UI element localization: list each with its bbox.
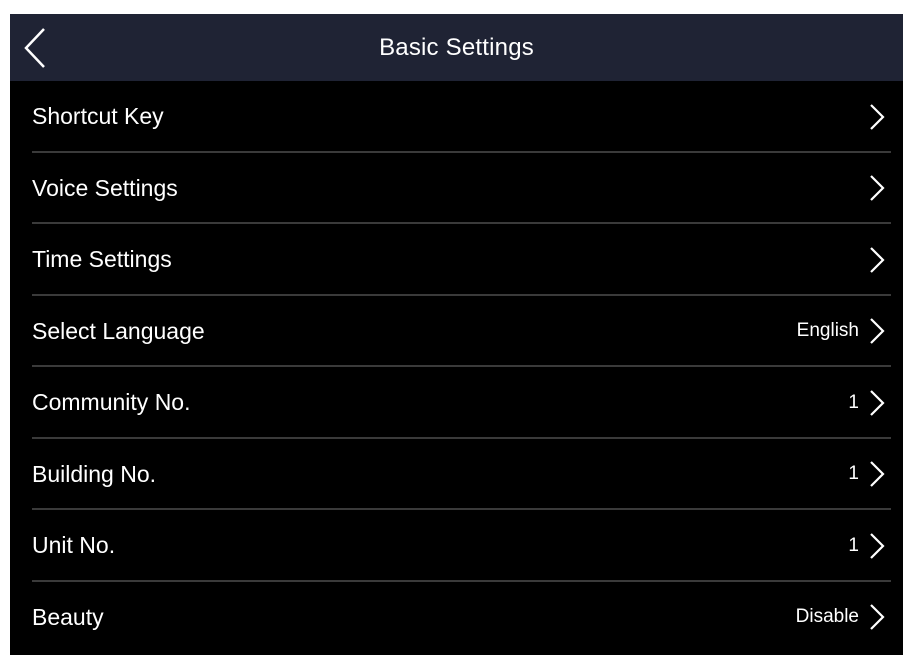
setting-label: Shortcut Key [32,103,164,130]
setting-row-time-settings[interactable]: Time Settings [10,224,903,296]
title-bar: Basic Settings [10,14,903,81]
setting-row-select-language[interactable]: Select Language English [10,296,903,368]
chevron-left-icon [24,27,45,68]
setting-label: Select Language [32,317,205,344]
chevron-right-icon [870,604,885,631]
setting-label: Unit No. [32,532,116,559]
setting-row-unit-no[interactable]: Unit No. 1 [10,510,903,582]
setting-row-shortcut-key[interactable]: Shortcut Key [10,81,903,153]
setting-label: Community No. [32,389,191,416]
setting-value: 1 [848,534,859,556]
chevron-right-icon [870,461,885,488]
chevron-right-icon [870,318,885,345]
setting-label: Building No. [32,460,157,487]
setting-value: English [796,320,859,342]
setting-value: Disable [795,606,859,628]
setting-row-voice-settings[interactable]: Voice Settings [10,153,903,225]
chevron-right-icon [870,532,885,559]
setting-row-community-no[interactable]: Community No. 1 [10,367,903,439]
chevron-right-icon [870,175,885,202]
setting-row-building-no[interactable]: Building No. 1 [10,439,903,511]
back-button[interactable] [22,14,72,81]
setting-label: Beauty [32,603,104,630]
setting-value: 1 [848,463,859,485]
chevron-right-icon [870,103,885,130]
setting-label: Voice Settings [32,174,178,201]
settings-screen: Basic Settings Shortcut Key Voice Settin… [10,14,903,655]
setting-value: 1 [848,391,859,413]
setting-row-beauty[interactable]: Beauty Disable [10,582,903,654]
settings-list: Shortcut Key Voice Settings Time Setting… [10,81,903,653]
setting-label: Time Settings [32,246,172,273]
chevron-right-icon [870,389,885,416]
page-title: Basic Settings [379,33,534,61]
chevron-right-icon [870,246,885,273]
